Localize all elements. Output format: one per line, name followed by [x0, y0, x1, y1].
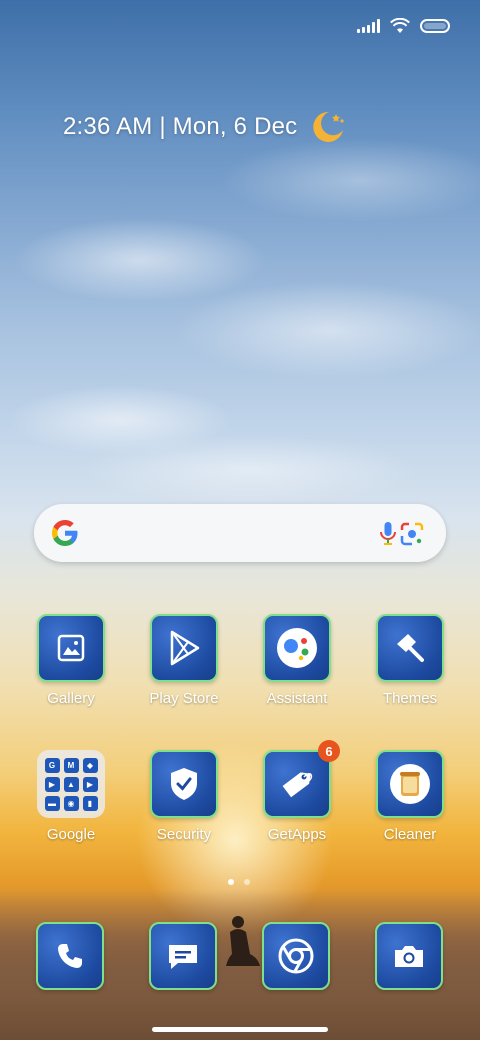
app-cleaner[interactable]: Cleaner — [360, 750, 460, 860]
phone-icon[interactable] — [36, 922, 104, 990]
app-label: Themes — [382, 690, 438, 707]
folder-app-gmail: M — [63, 757, 79, 773]
app-label: GetApps — [267, 826, 327, 843]
app-security[interactable]: Security — [134, 750, 234, 860]
folder-app-youtube: ▶ — [44, 776, 60, 792]
app-label: Gallery — [47, 690, 95, 707]
folder-app-google: G — [44, 757, 60, 773]
app-label: Cleaner — [383, 826, 437, 843]
messages-icon[interactable] — [149, 922, 217, 990]
chrome-icon[interactable] — [262, 922, 330, 990]
app-label: Play Store — [149, 690, 219, 707]
clock-widget[interactable]: 2:36 AM | Mon, 6 Dec — [63, 108, 347, 146]
play-store-icon — [150, 614, 218, 682]
app-assistant[interactable]: Assistant — [247, 614, 347, 724]
app-label: Security — [156, 826, 212, 843]
getapps-tag-icon — [263, 750, 331, 818]
app-play-store[interactable]: Play Store — [134, 614, 234, 724]
folder-app-photos: ◉ — [63, 795, 79, 811]
folder-app-drive: ▲ — [63, 776, 79, 792]
page-dot[interactable] — [244, 879, 250, 885]
status-bar — [0, 0, 480, 56]
folder-app-maps: ◆ — [82, 757, 98, 773]
google-g-icon — [52, 520, 78, 546]
camera-icon[interactable] — [375, 922, 443, 990]
app-getapps[interactable]: 6 GetApps — [247, 740, 347, 860]
app-gallery[interactable]: Gallery — [21, 614, 121, 724]
battery-icon — [420, 19, 450, 33]
moon-stars-icon — [313, 111, 344, 142]
wifi-icon — [390, 18, 410, 33]
home-indicator[interactable] — [152, 1027, 328, 1032]
wallpaper-silhouette — [226, 916, 260, 966]
folder-app-files: ▮ — [82, 795, 98, 811]
clock-date-text: 2:36 AM | Mon, 6 Dec — [63, 113, 298, 140]
page-dot-active[interactable] — [228, 879, 234, 885]
assistant-icon — [263, 614, 331, 682]
notification-badge: 6 — [318, 740, 340, 762]
cleaner-bin-icon — [376, 750, 444, 818]
google-folder-icon: G M ◆ ▶ ▲ ▶ ▬ ◉ ▮ — [37, 750, 105, 818]
app-google-folder[interactable]: G M ◆ ▶ ▲ ▶ ▬ ◉ ▮ Google — [21, 750, 121, 860]
signal-icon — [357, 19, 380, 33]
security-shield-icon — [150, 750, 218, 818]
app-label: Assistant — [266, 690, 328, 707]
folder-app-duo: ▬ — [44, 795, 60, 811]
google-search-bar[interactable] — [34, 504, 446, 562]
lens-icon[interactable] — [398, 520, 426, 548]
themes-brush-icon — [376, 614, 444, 682]
app-label: Google — [46, 826, 96, 843]
app-themes[interactable]: Themes — [360, 614, 460, 724]
gallery-icon — [37, 614, 105, 682]
page-indicator — [228, 879, 250, 885]
folder-app-ytmusic: ▶ — [82, 776, 98, 792]
